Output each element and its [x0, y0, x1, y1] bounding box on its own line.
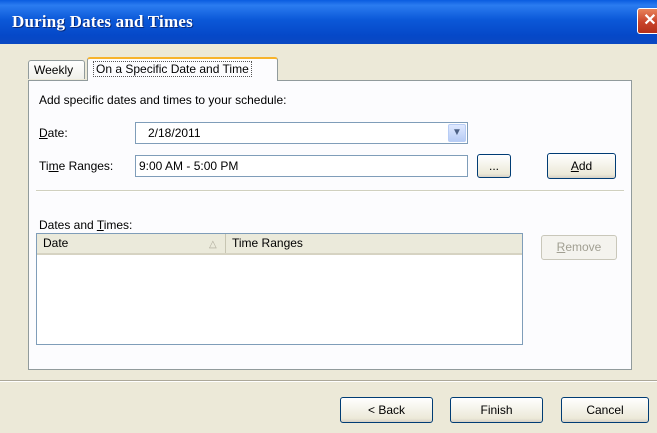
dates-times-list[interactable]: Date △ Time Ranges — [36, 233, 523, 345]
title-bar: During Dates and Times ✕ — [0, 0, 657, 44]
section-divider — [36, 190, 624, 192]
add-button[interactable]: Add — [547, 153, 616, 179]
date-select[interactable]: 2/18/2011 ▼ — [135, 122, 468, 144]
finish-button[interactable]: Finish — [450, 397, 543, 423]
column-header-time-ranges[interactable]: Time Ranges — [225, 234, 522, 253]
remove-button[interactable]: Remove — [541, 235, 617, 260]
date-label: Date: — [39, 126, 68, 140]
time-picker-button[interactable]: ... — [477, 154, 511, 178]
list-header: Date △ Time Ranges — [37, 234, 522, 255]
column-header-date[interactable]: Date △ — [37, 234, 225, 253]
time-ranges-input[interactable]: 9:00 AM - 5:00 PM — [135, 155, 468, 177]
tab-weekly-label: Weekly — [34, 63, 74, 77]
back-button[interactable]: < Back — [340, 397, 433, 423]
time-ranges-label: Time Ranges: — [39, 159, 114, 173]
intro-text: Add specific dates and times to your sch… — [39, 93, 287, 107]
tab-specific-date-time-label: On a Specific Date and Time — [93, 61, 252, 77]
sort-ascending-icon: △ — [209, 239, 217, 250]
date-value: 2/18/2011 — [148, 126, 201, 140]
tab-weekly[interactable]: Weekly — [28, 60, 85, 79]
cancel-button[interactable]: Cancel — [561, 397, 649, 423]
dialog-window: During Dates and Times ✕ Weekly On a Spe… — [0, 0, 657, 433]
window-title: During Dates and Times — [12, 12, 193, 31]
close-icon: ✕ — [643, 12, 657, 29]
footer-divider — [0, 380, 657, 382]
tab-specific-date-time[interactable]: On a Specific Date and Time — [87, 57, 278, 81]
chevron-down-icon[interactable]: ▼ — [448, 124, 466, 142]
close-button[interactable]: ✕ — [637, 8, 657, 34]
tab-panel: Add specific dates and times to your sch… — [28, 80, 632, 370]
time-ranges-value: 9:00 AM - 5:00 PM — [139, 159, 239, 173]
dates-times-label: Dates and Times: — [39, 218, 133, 232]
